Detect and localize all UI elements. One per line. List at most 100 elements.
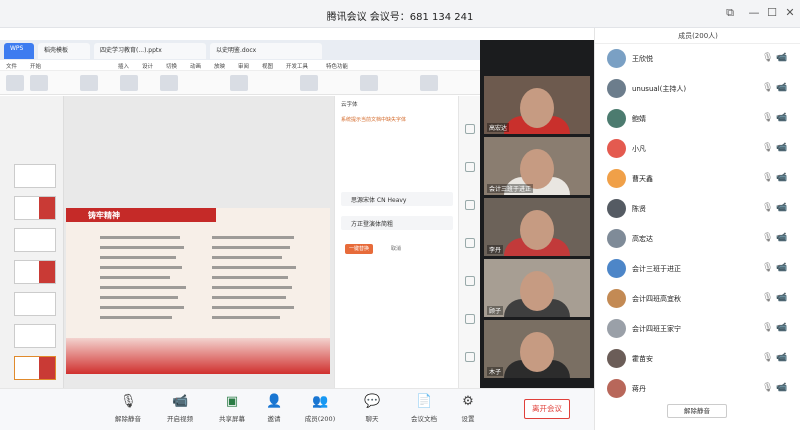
font-row[interactable]: 方正登演体简粗 <box>341 216 453 230</box>
slide-thumbnail[interactable] <box>14 260 56 284</box>
camera-icon[interactable]: 📹 <box>776 173 787 183</box>
restore-icon[interactable]: ⧉ <box>722 6 738 22</box>
font-row[interactable]: 思源宋体 CN Heavy <box>341 192 453 206</box>
tool-icon[interactable] <box>465 352 475 362</box>
slide-thumbnail-selected[interactable] <box>14 356 56 380</box>
microphone-icon[interactable]: 🎙 <box>762 233 773 243</box>
member-row[interactable]: 会计四班王家宁 🎙 📹 <box>595 314 800 344</box>
textbox-icon[interactable] <box>420 75 438 91</box>
camera-icon[interactable]: 📹 <box>776 383 787 393</box>
paste-icon[interactable] <box>6 75 24 91</box>
member-row[interactable]: 会计三班于进正 🎙 📹 <box>595 254 800 284</box>
microphone-icon[interactable]: 🎙 <box>762 113 773 123</box>
replace-button[interactable]: 一键替换 <box>345 244 374 254</box>
member-row[interactable]: 会计四班高宜秋 🎙 📹 <box>595 284 800 314</box>
participant-video[interactable]: 会计三班于进正 <box>484 137 590 195</box>
avatar <box>607 109 626 128</box>
member-row[interactable]: unusual(主持人) 🎙 📹 <box>595 74 800 104</box>
slide-thumbnail[interactable] <box>14 196 56 220</box>
meeting-docs-button[interactable]: 📄 会议文档 <box>404 393 444 427</box>
menu-item[interactable]: 设计 <box>142 62 153 70</box>
menu-item[interactable]: 特色功能 <box>326 62 348 70</box>
camera-icon[interactable]: 📹 <box>776 203 787 213</box>
unmute-all-button[interactable]: 解除静音 <box>667 404 727 418</box>
member-row[interactable]: 王欣悦 🎙 📹 <box>595 44 800 74</box>
slide-thumbnail[interactable] <box>14 164 56 188</box>
members-button[interactable]: 👥 成员(200) <box>300 393 340 427</box>
paragraph-icon[interactable] <box>230 75 248 91</box>
minimize-icon[interactable]: — <box>746 6 762 22</box>
tool-icon[interactable] <box>465 200 475 210</box>
member-row[interactable]: 蒋丹 🎙 📹 <box>595 374 800 404</box>
microphone-icon[interactable]: 🎙 <box>762 203 773 213</box>
tool-icon[interactable] <box>465 124 475 134</box>
cut-icon[interactable] <box>30 75 48 91</box>
share-screen-button[interactable]: ▣ 共享屏幕 <box>212 393 252 427</box>
unmute-button[interactable]: 🎙 解除静音 <box>108 393 148 427</box>
menu-item[interactable]: 开始 <box>30 62 41 70</box>
new-slide-icon[interactable] <box>80 75 98 91</box>
participant-video[interactable]: 木子 <box>484 320 590 378</box>
member-row[interactable]: 陈贤 🎙 📹 <box>595 194 800 224</box>
menu-item[interactable]: 放映 <box>214 62 225 70</box>
menu-item[interactable]: 切换 <box>166 62 177 70</box>
cancel-button[interactable]: 取消 <box>387 244 405 254</box>
camera-icon[interactable]: 📹 <box>776 263 787 273</box>
menu-item[interactable]: 审阅 <box>238 62 249 70</box>
wps-home-tab[interactable]: WPS <box>4 43 34 59</box>
menu-item[interactable]: 视图 <box>262 62 273 70</box>
camera-icon[interactable]: 📹 <box>776 113 787 123</box>
shape-icon[interactable] <box>300 75 318 91</box>
microphone-icon[interactable]: 🎙 <box>762 143 773 153</box>
camera-icon[interactable]: 📹 <box>776 293 787 303</box>
tool-icon[interactable] <box>465 162 475 172</box>
participant-video[interactable]: 高宏达 <box>484 76 590 134</box>
microphone-icon[interactable]: 🎙 <box>762 53 773 63</box>
slide-thumbnail[interactable] <box>14 324 56 348</box>
microphone-icon[interactable]: 🎙 <box>762 383 773 393</box>
participant-video[interactable]: 李丹 <box>484 198 590 256</box>
menu-item[interactable]: 开发工具 <box>286 62 308 70</box>
member-row[interactable]: 小凡 🎙 📹 <box>595 134 800 164</box>
maximize-icon[interactable]: ☐ <box>764 6 780 22</box>
start-video-button[interactable]: 📹 开启视频 <box>160 393 200 427</box>
wps-tab[interactable]: 以史明鉴.docx <box>210 43 322 59</box>
member-row[interactable]: 霍苗安 🎙 📹 <box>595 344 800 374</box>
camera-icon[interactable]: 📹 <box>776 53 787 63</box>
camera-icon[interactable]: 📹 <box>776 83 787 93</box>
camera-icon[interactable]: 📹 <box>776 233 787 243</box>
tool-icon[interactable] <box>465 314 475 324</box>
chat-button[interactable]: 💬 聊天 <box>352 393 392 427</box>
picture-icon[interactable] <box>360 75 378 91</box>
microphone-icon[interactable]: 🎙 <box>762 263 773 273</box>
microphone-icon[interactable]: 🎙 <box>762 293 773 303</box>
microphone-icon[interactable]: 🎙 <box>762 353 773 363</box>
member-row[interactable]: 鲍婧 🎙 📹 <box>595 104 800 134</box>
menu-item[interactable]: 动画 <box>190 62 201 70</box>
participant-video[interactable]: 顾子 <box>484 259 590 317</box>
slide-text-line <box>212 296 286 299</box>
leave-meeting-button[interactable]: 离开会议 <box>524 399 570 419</box>
menu-item[interactable]: 文件 <box>6 62 17 70</box>
microphone-icon[interactable]: 🎙 <box>762 83 773 93</box>
camera-icon[interactable]: 📹 <box>776 323 787 333</box>
close-icon[interactable]: ✕ <box>782 6 798 22</box>
member-row[interactable]: 高宏达 🎙 📹 <box>595 224 800 254</box>
tool-icon[interactable] <box>465 276 475 286</box>
layout-icon[interactable] <box>120 75 138 91</box>
slide-thumbnail[interactable] <box>14 292 56 316</box>
wps-tab[interactable]: 四史学习教育(...).pptx <box>94 43 206 59</box>
settings-button[interactable]: ⚙ 设置 <box>448 393 488 427</box>
wps-tab[interactable]: 稻壳模板 <box>38 43 90 59</box>
member-name: 会计四班高宜秋 <box>632 295 681 303</box>
slide-thumbnail[interactable] <box>14 228 56 252</box>
microphone-icon[interactable]: 🎙 <box>762 323 773 333</box>
microphone-icon[interactable]: 🎙 <box>762 173 773 183</box>
camera-icon[interactable]: 📹 <box>776 143 787 153</box>
menu-item[interactable]: 插入 <box>118 62 129 70</box>
invite-button[interactable]: 👤 邀请 <box>254 393 294 427</box>
font-icon[interactable] <box>160 75 178 91</box>
camera-icon[interactable]: 📹 <box>776 353 787 363</box>
tool-icon[interactable] <box>465 238 475 248</box>
member-row[interactable]: 曹天鑫 🎙 📹 <box>595 164 800 194</box>
